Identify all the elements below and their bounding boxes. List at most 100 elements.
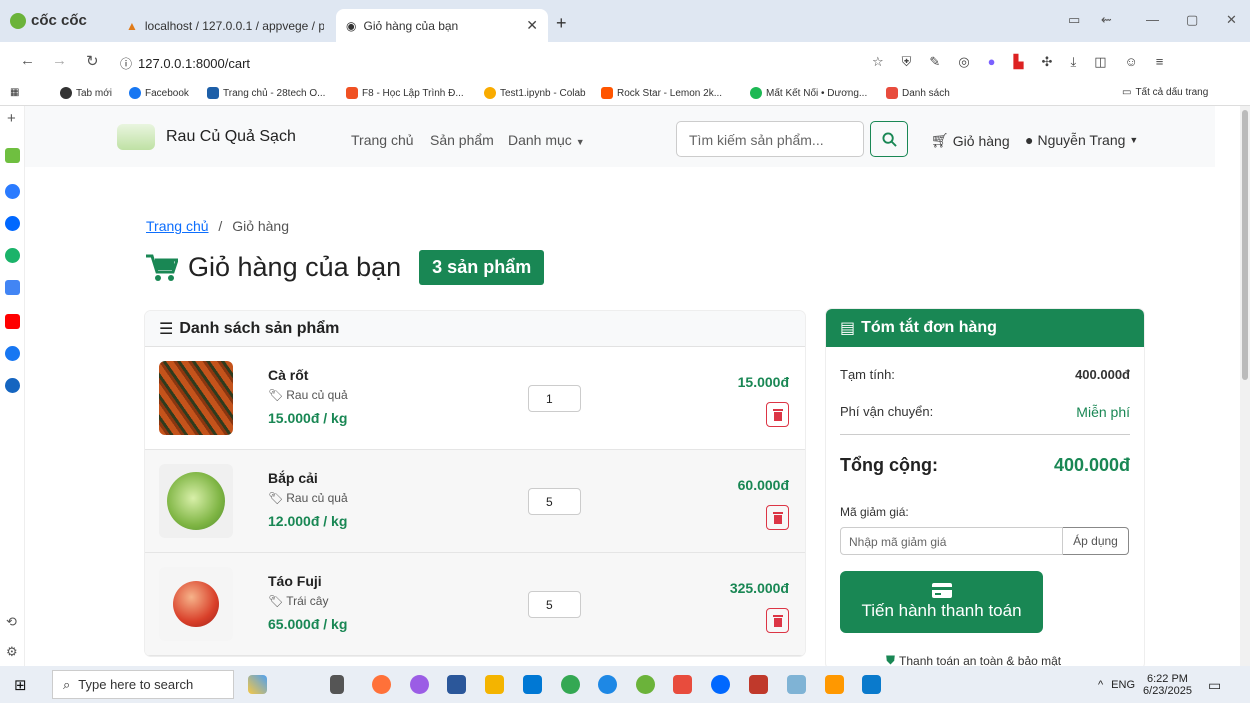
cart-link[interactable]: 🛒︎ Giỏ hàng <box>931 132 1010 149</box>
pen-icon[interactable]: ✎ <box>929 54 940 70</box>
quantity-input[interactable]: 5 <box>528 488 581 515</box>
star-icon[interactable]: ☆ <box>872 54 884 70</box>
copilot-icon[interactable] <box>410 675 429 694</box>
product-image-apple[interactable] <box>159 567 233 641</box>
maximize-icon[interactable]: ▢ <box>1186 12 1198 28</box>
task-view-icon[interactable] <box>330 675 344 694</box>
puzzle-icon[interactable]: ✣ <box>1042 54 1053 70</box>
browser-side-panel: + ⟲ ⚙ <box>0 106 25 666</box>
chevron-up-icon[interactable]: ^ <box>1098 679 1103 691</box>
quantity-input[interactable]: 1 <box>528 385 581 412</box>
delete-button[interactable] <box>766 402 789 427</box>
bookmark-item[interactable]: Trang chủ - 28tech O... <box>207 87 325 99</box>
chrome-icon[interactable] <box>561 675 580 694</box>
clock[interactable]: 6:22 PM 6/23/2025 <box>1143 673 1192 697</box>
minimize-icon[interactable]: — <box>1146 12 1159 27</box>
coupon-input[interactable]: Nhập mã giảm giá <box>840 527 1063 555</box>
store-icon[interactable] <box>523 675 542 694</box>
settings-icon[interactable]: ⚙ <box>6 644 18 660</box>
scrollbar-thumb[interactable] <box>1242 110 1248 380</box>
youtube-icon[interactable] <box>5 314 20 329</box>
close-tab-icon[interactable]: ✕ <box>526 17 538 34</box>
nav-products[interactable]: Sản phẩm <box>430 132 494 148</box>
firefox-icon[interactable] <box>372 675 391 694</box>
user-menu[interactable]: ● Nguyễn Trang ▼ <box>1025 132 1138 148</box>
word-icon[interactable] <box>447 675 466 694</box>
bookmark-item[interactable]: F8 - Học Lập Trình Đ... <box>346 87 464 99</box>
bookmark-item[interactable]: Test1.ipynb - Colab <box>484 87 586 99</box>
info-icon[interactable]: ⓘ <box>120 55 132 72</box>
back-icon[interactable]: ← <box>20 52 35 69</box>
app-icon[interactable] <box>749 675 768 694</box>
zalo-icon[interactable] <box>5 216 20 231</box>
bookmark-label: Mất Kết Nối • Dương... <box>766 87 868 99</box>
product-name[interactable]: Cà rốt <box>268 367 308 383</box>
tab-search-icon[interactable]: ▭ <box>1068 12 1080 28</box>
zalo-icon[interactable] <box>711 675 730 694</box>
back-history-icon[interactable]: ⇜ <box>1101 12 1112 28</box>
drop-icon[interactable]: ● <box>988 54 996 70</box>
delete-button[interactable] <box>766 505 789 530</box>
app-icon[interactable] <box>673 675 692 694</box>
all-bookmarks[interactable]: ▭ Tất cả dấu trang <box>1122 87 1208 98</box>
add-icon[interactable]: + <box>7 110 16 127</box>
tab-phpmyadmin[interactable]: ▲ localhost / 127.0.0.1 / appvege / p <box>116 9 334 42</box>
forward-icon[interactable]: → <box>52 52 67 69</box>
copilot-sparkle-icon[interactable] <box>248 675 267 694</box>
sidebar-icon[interactable]: ◫ <box>1094 54 1106 70</box>
bookmark-item[interactable]: Facebook <box>129 87 189 99</box>
download-icon[interactable]: ⤓ <box>1070 54 1076 70</box>
d-icon[interactable] <box>5 378 20 393</box>
quantity-input[interactable]: 5 <box>528 591 581 618</box>
extension-icon[interactable]: ▙ <box>1014 54 1024 70</box>
product-image-carrot[interactable] <box>159 361 233 435</box>
bookmark-item[interactable]: Rock Star - Lemon 2k... <box>601 87 722 99</box>
search-input[interactable]: Tìm kiếm sản phẩm... <box>676 121 864 157</box>
nav-categories[interactable]: Danh mục ▼ <box>508 132 585 148</box>
bookmark-item[interactable]: Danh sách <box>886 87 950 99</box>
facebook-icon[interactable] <box>5 346 20 361</box>
product-name[interactable]: Bắp cải <box>268 470 318 486</box>
history-icon[interactable]: ⟲ <box>6 614 17 630</box>
new-tab-button[interactable]: + <box>556 13 567 34</box>
vscode-icon[interactable] <box>862 675 881 694</box>
profile-icon[interactable]: ☺ <box>1124 54 1137 70</box>
breadcrumb-home[interactable]: Trang chủ <box>146 218 209 234</box>
edge-icon[interactable] <box>598 675 617 694</box>
messenger-icon[interactable] <box>5 184 20 199</box>
notification-icon[interactable]: ▭ <box>1208 677 1221 694</box>
checkout-button[interactable]: Tiến hành thanh toán <box>840 571 1043 633</box>
cart-card-header: ☰ Danh sách sản phẩm <box>145 311 805 347</box>
taskbar-search[interactable]: ⌕ Type here to search <box>52 670 234 699</box>
site-logo[interactable] <box>117 124 155 150</box>
apps-icon[interactable]: ▦ <box>10 87 19 98</box>
reload-icon[interactable]: ↻ <box>86 52 99 70</box>
windows-start-icon[interactable]: ⊞ <box>14 676 27 694</box>
language-indicator[interactable]: ENG <box>1111 679 1135 691</box>
browser-brand-label: cốc cốc <box>31 12 87 29</box>
page-scrollbar[interactable] <box>1240 106 1250 666</box>
bookmark-item[interactable]: Mất Kết Nối • Dương... <box>750 87 867 99</box>
shield-icon[interactable]: ⛨ <box>902 54 912 70</box>
app-icon[interactable] <box>825 675 844 694</box>
site-title[interactable]: Rau Củ Quả Sạch <box>166 128 296 146</box>
bookmark-item[interactable]: Tab mới <box>60 87 112 99</box>
coccoc-icon[interactable] <box>636 675 655 694</box>
tab-cart[interactable]: ◉ Giỏ hàng của bạn ✕ <box>336 9 548 42</box>
game-icon[interactable] <box>5 248 20 263</box>
translate-icon[interactable] <box>5 280 20 295</box>
browser-brand[interactable]: cốc cốc <box>10 12 87 29</box>
url-field[interactable]: ⓘ 127.0.0.1:8000/cart <box>112 50 972 76</box>
product-image-cabbage[interactable] <box>159 464 233 538</box>
close-window-icon[interactable]: ✕ <box>1226 12 1237 28</box>
compass-icon[interactable]: ◎ <box>958 54 969 70</box>
apply-coupon-button[interactable]: Áp dụng <box>1063 527 1129 555</box>
menu-icon[interactable]: ≡ <box>1156 54 1164 70</box>
ai-icon[interactable] <box>5 148 20 163</box>
nav-home[interactable]: Trang chủ <box>351 132 414 148</box>
search-button[interactable] <box>870 121 908 157</box>
paint-icon[interactable] <box>787 675 806 694</box>
file-explorer-icon[interactable] <box>485 675 504 694</box>
product-name[interactable]: Táo Fuji <box>268 573 322 589</box>
delete-button[interactable] <box>766 608 789 633</box>
